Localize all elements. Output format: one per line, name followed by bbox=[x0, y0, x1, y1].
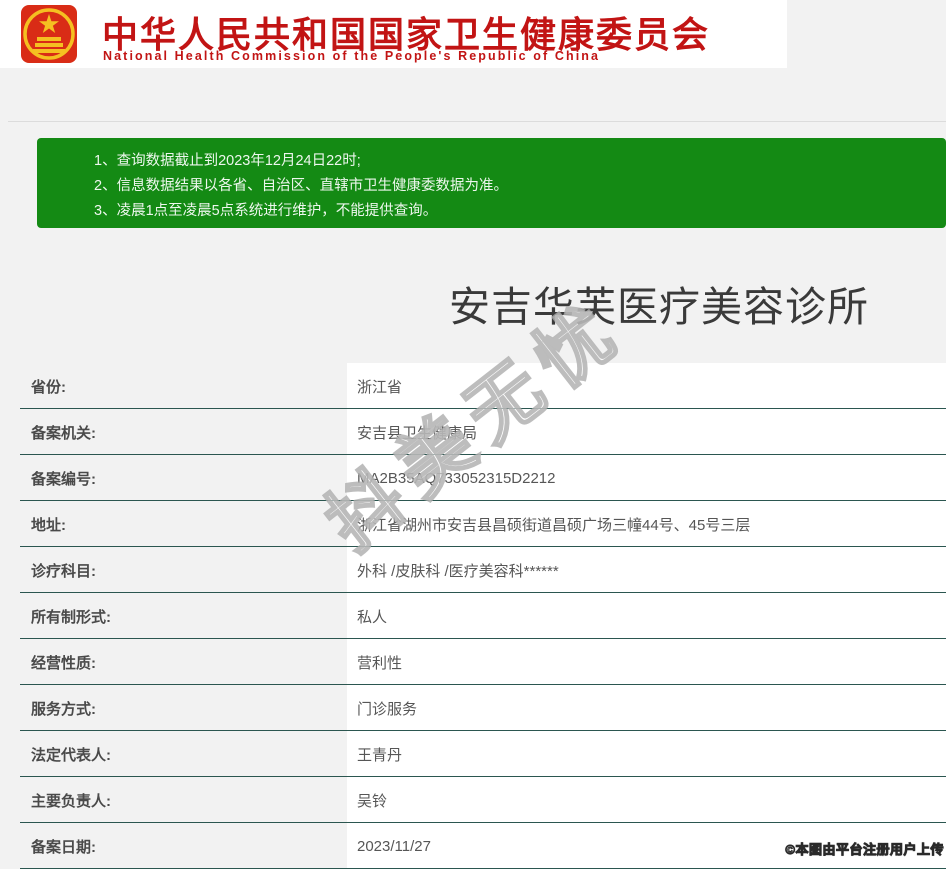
field-value: 私人 bbox=[347, 593, 946, 639]
table-row-address: 地址: 浙江省湖州市安吉县昌硕街道昌硕广场三幢44号、45号三层 bbox=[0, 501, 946, 547]
field-value: 外科 /皮肤科 /医疗美容科****** bbox=[347, 547, 946, 593]
field-label: 法定代表人: bbox=[31, 746, 111, 764]
clinic-info-table: 省份: 浙江省 备案机关: 安吉县卫生健康局 备案编号: MA2B35AQ733… bbox=[0, 363, 946, 869]
table-row-legal-representative: 法定代表人: 王青丹 bbox=[0, 731, 946, 777]
field-value: 门诊服务 bbox=[347, 685, 946, 731]
notice-line-3: 3、凌晨1点至凌晨5点系统进行维护，不能提供查询。 bbox=[94, 203, 438, 219]
field-label: 地址: bbox=[31, 516, 66, 534]
notice-line-2: 2、信息数据结果以各省、自治区、直辖市卫生健康委数据为准。 bbox=[94, 178, 509, 194]
table-row-province: 省份: 浙江省 bbox=[0, 363, 946, 409]
header-divider bbox=[8, 121, 946, 122]
table-row-filing-authority: 备案机关: 安吉县卫生健康局 bbox=[0, 409, 946, 455]
field-value: 安吉县卫生健康局 bbox=[347, 409, 946, 455]
field-label: 备案机关: bbox=[31, 424, 96, 442]
field-value: 王青丹 bbox=[347, 731, 946, 777]
header-title-english: National Health Commission of the People… bbox=[103, 49, 601, 63]
field-value: 浙江省湖州市安吉县昌硕街道昌硕广场三幢44号、45号三层 bbox=[347, 501, 946, 547]
field-label: 备案编号: bbox=[31, 470, 96, 488]
site-header: 中华人民共和国国家卫生健康委员会 National Health Commiss… bbox=[0, 0, 787, 68]
uploader-note: ©本图由平台注册用户上传 bbox=[785, 842, 944, 858]
field-value: MA2B35AQ733052315D2212 bbox=[347, 455, 946, 501]
field-label: 所有制形式: bbox=[31, 608, 111, 626]
table-row-filing-number: 备案编号: MA2B35AQ733052315D2212 bbox=[0, 455, 946, 501]
table-row-service-mode: 服务方式: 门诊服务 bbox=[0, 685, 946, 731]
field-label: 主要负责人: bbox=[31, 792, 111, 810]
field-value: 营利性 bbox=[347, 639, 946, 685]
national-emblem-icon bbox=[21, 5, 77, 63]
table-row-business-nature: 经营性质: 营利性 bbox=[0, 639, 946, 685]
field-value: 吴铃 bbox=[347, 777, 946, 823]
field-label: 备案日期: bbox=[31, 838, 96, 856]
table-row-principal: 主要负责人: 吴铃 bbox=[0, 777, 946, 823]
field-label: 经营性质: bbox=[31, 654, 96, 672]
notice-line-1: 1、查询数据截止到2023年12月24日22时; bbox=[94, 153, 361, 169]
field-value: 浙江省 bbox=[347, 363, 946, 409]
field-label: 诊疗科目: bbox=[31, 562, 96, 580]
field-label: 服务方式: bbox=[31, 700, 96, 718]
table-row-departments: 诊疗科目: 外科 /皮肤科 /医疗美容科****** bbox=[0, 547, 946, 593]
clinic-name-title: 安吉华芙医疗美容诊所 bbox=[449, 284, 869, 330]
table-row-ownership: 所有制形式: 私人 bbox=[0, 593, 946, 639]
field-label: 省份: bbox=[31, 378, 66, 396]
notice-box: 1、查询数据截止到2023年12月24日22时; 2、信息数据结果以各省、自治区… bbox=[37, 138, 946, 228]
